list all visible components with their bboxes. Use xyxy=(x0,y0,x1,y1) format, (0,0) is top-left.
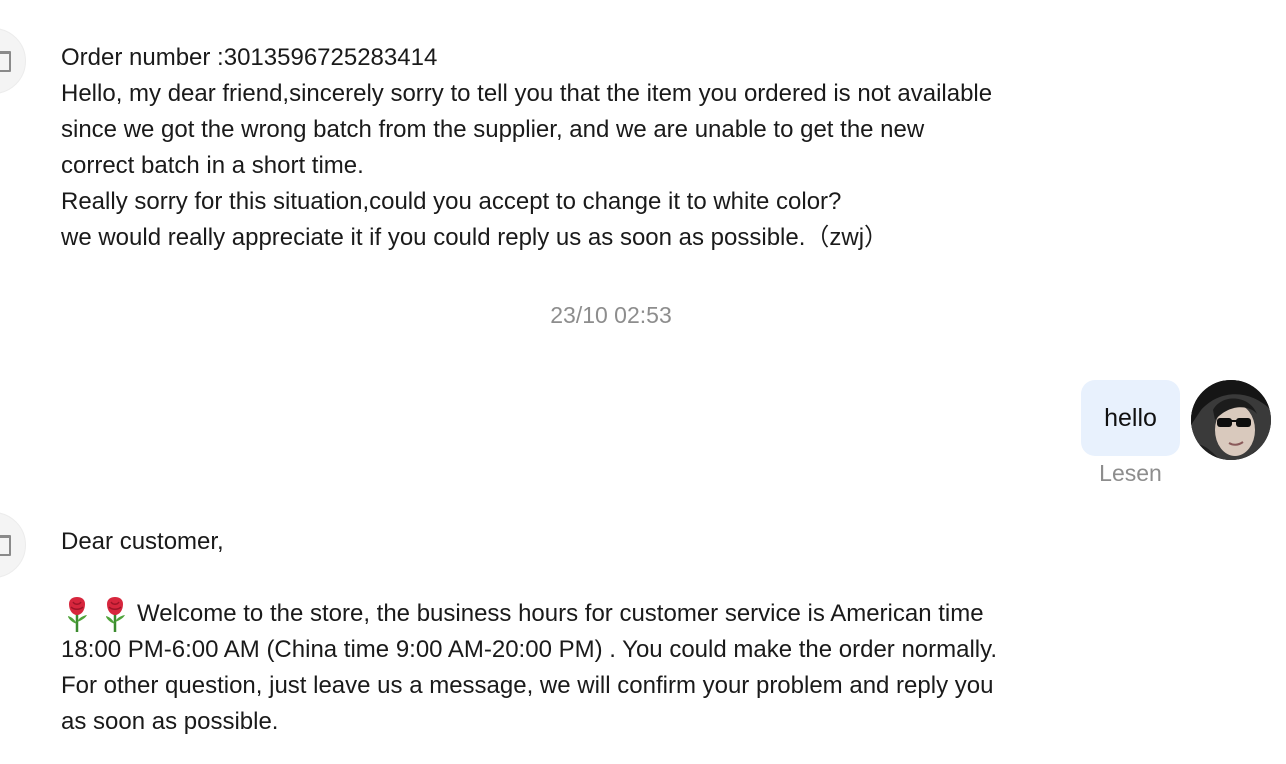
message-text: Welcome to the store, the business hours… xyxy=(137,600,984,627)
outgoing-message-bubble[interactable]: hello xyxy=(1081,380,1180,456)
shop-avatar[interactable] xyxy=(0,28,26,94)
message-line: For other question, just leave us a mess… xyxy=(61,672,994,699)
message-line: 18:00 PM-6:00 AM (China time 9:00 AM-20:… xyxy=(61,636,998,663)
chat-conversation: Order number :3013596725283414 Hello, my… xyxy=(0,0,1286,764)
shop-avatar[interactable] xyxy=(0,512,26,578)
store-icon xyxy=(0,51,11,72)
store-icon xyxy=(0,535,11,556)
user-avatar[interactable] xyxy=(1191,380,1271,460)
order-number: Order number :3013596725283414 xyxy=(61,44,438,71)
message-line: correct batch in a short time. xyxy=(61,152,364,179)
rose-icon xyxy=(68,597,87,632)
message-line: we would really appreciate it if you cou… xyxy=(61,224,889,251)
message-line: as soon as possible. xyxy=(61,708,279,735)
incoming-message: Dear customer, Welcome to the store, the… xyxy=(61,524,1221,740)
rose-icon xyxy=(106,597,125,632)
message-timestamp: 23/10 02:53 xyxy=(550,302,672,328)
read-status: Lesen xyxy=(1099,460,1162,486)
greeting: Dear customer, xyxy=(61,528,224,555)
incoming-message: Order number :3013596725283414 Hello, my… xyxy=(61,40,1221,256)
outgoing-message-text: hello xyxy=(1104,403,1157,432)
message-line: Hello, my dear friend,sincerely sorry to… xyxy=(61,80,993,107)
message-line: Welcome to the store, the business hours… xyxy=(61,596,1221,632)
message-line: since we got the wrong batch from the su… xyxy=(61,116,925,143)
user-photo xyxy=(1191,380,1271,460)
message-line: Really sorry for this situation,could yo… xyxy=(61,188,842,215)
